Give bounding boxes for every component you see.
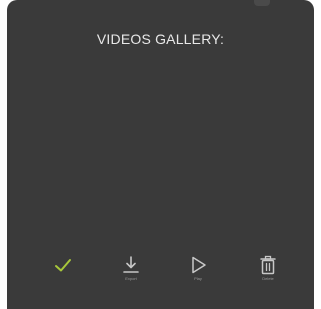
window-handle bbox=[254, 0, 270, 6]
gallery-panel: VIDEOS GALLERY: Export Play Delete bbox=[7, 0, 314, 309]
play-button[interactable]: Play bbox=[178, 255, 218, 295]
check-icon bbox=[55, 259, 71, 272]
export-label: Export bbox=[125, 276, 137, 281]
bottom-toolbar: Export Play Delete bbox=[7, 255, 314, 295]
delete-button[interactable]: Delete bbox=[248, 255, 288, 295]
play-label: Play bbox=[194, 276, 202, 281]
play-icon bbox=[192, 256, 206, 274]
delete-label: Delete bbox=[262, 276, 274, 281]
video-list-area[interactable] bbox=[7, 56, 314, 246]
page-title: VIDEOS GALLERY: bbox=[96, 31, 225, 47]
trash-icon bbox=[260, 255, 276, 275]
download-icon bbox=[123, 256, 139, 273]
confirm-button[interactable] bbox=[43, 255, 83, 295]
export-button[interactable]: Export bbox=[111, 255, 151, 295]
